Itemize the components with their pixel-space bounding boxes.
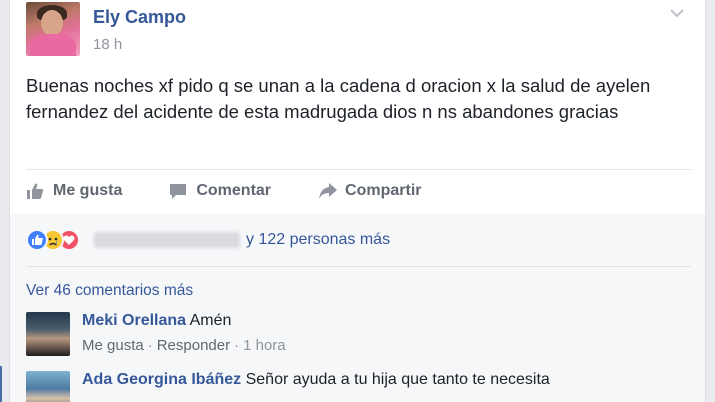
share-button-label: Compartir bbox=[345, 182, 422, 199]
share-icon bbox=[318, 182, 338, 200]
comment-meta: Me gusta · Responder · 1 hora bbox=[82, 337, 286, 354]
divider bbox=[26, 266, 691, 267]
comment-button[interactable]: Comentar bbox=[169, 174, 271, 208]
comment-text: Amén bbox=[189, 312, 232, 329]
comment-author[interactable]: Meki Orellana bbox=[82, 312, 186, 329]
blurred-reactor-names bbox=[94, 232, 240, 248]
avatar[interactable] bbox=[26, 371, 70, 402]
share-button[interactable]: Compartir bbox=[318, 174, 421, 208]
comment-time[interactable]: 1 hora bbox=[243, 337, 286, 354]
comment-like-link[interactable]: Me gusta bbox=[82, 337, 144, 354]
comment-body: Ada Georgina Ibáñez Señor ayuda a tu hij… bbox=[82, 371, 550, 389]
chevron-down-icon[interactable] bbox=[669, 6, 685, 20]
post-timestamp[interactable]: 18 h bbox=[93, 36, 122, 53]
thumbs-up-icon bbox=[26, 182, 44, 200]
post-card: Ely Campo 18 h Buenas noches xf pido q s… bbox=[9, 0, 706, 402]
like-button[interactable]: Me gusta bbox=[26, 174, 122, 208]
reactions-others-count[interactable]: y 122 personas más bbox=[246, 231, 390, 249]
comment-author[interactable]: Ada Georgina Ibáñez bbox=[82, 371, 241, 388]
comment-reply-link[interactable]: Responder bbox=[157, 337, 230, 354]
post-author-name[interactable]: Ely Campo bbox=[93, 7, 186, 28]
divider bbox=[26, 169, 691, 170]
like-button-label: Me gusta bbox=[53, 182, 123, 199]
comment-text: Señor ayuda a tu hija que tanto te neces… bbox=[245, 371, 550, 388]
author-avatar[interactable] bbox=[26, 2, 80, 56]
reactions-summary[interactable]: y 122 personas más bbox=[26, 228, 390, 252]
reply-thread-indicator bbox=[0, 366, 2, 402]
like-icon bbox=[26, 229, 48, 251]
post-actions: Me gusta Comentar Compartir bbox=[26, 174, 691, 208]
comment-button-label: Comentar bbox=[196, 182, 272, 199]
comment-body: Meki Orellana Amén bbox=[82, 312, 231, 330]
avatar[interactable] bbox=[26, 312, 70, 356]
comment-icon bbox=[169, 182, 187, 200]
post-text: Buenas noches xf pido q se unan a la cad… bbox=[26, 75, 651, 122]
view-more-comments-link[interactable]: Ver 46 comentarios más bbox=[26, 282, 193, 300]
